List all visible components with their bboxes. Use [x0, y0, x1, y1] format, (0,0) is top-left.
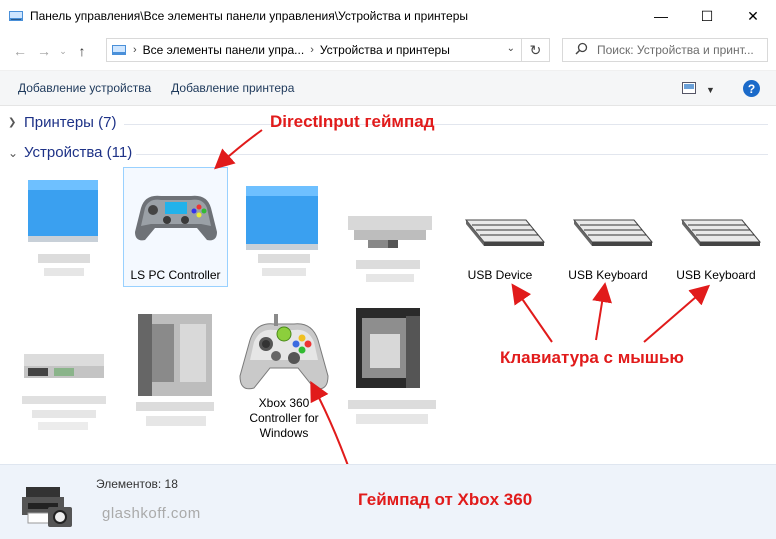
arrow-to-usb-keyboard-1	[592, 282, 612, 341]
item-count: Элементов: 18	[96, 477, 178, 491]
annotation-arrows	[214, 129, 711, 489]
annotation-keyboard-mouse: Клавиатура с мышью	[500, 348, 684, 367]
arrow-to-usb-device	[511, 283, 553, 343]
watermark: glashkoff.com	[102, 505, 201, 522]
arrow-to-ls-controller	[214, 129, 263, 170]
arrow-to-usb-keyboard-2	[643, 284, 711, 343]
annotation-directinput: DirectInput геймпад	[270, 112, 435, 131]
annotation-xbox: Геймпад от Xbox 360	[358, 490, 533, 509]
printer-device-icon	[18, 483, 74, 534]
